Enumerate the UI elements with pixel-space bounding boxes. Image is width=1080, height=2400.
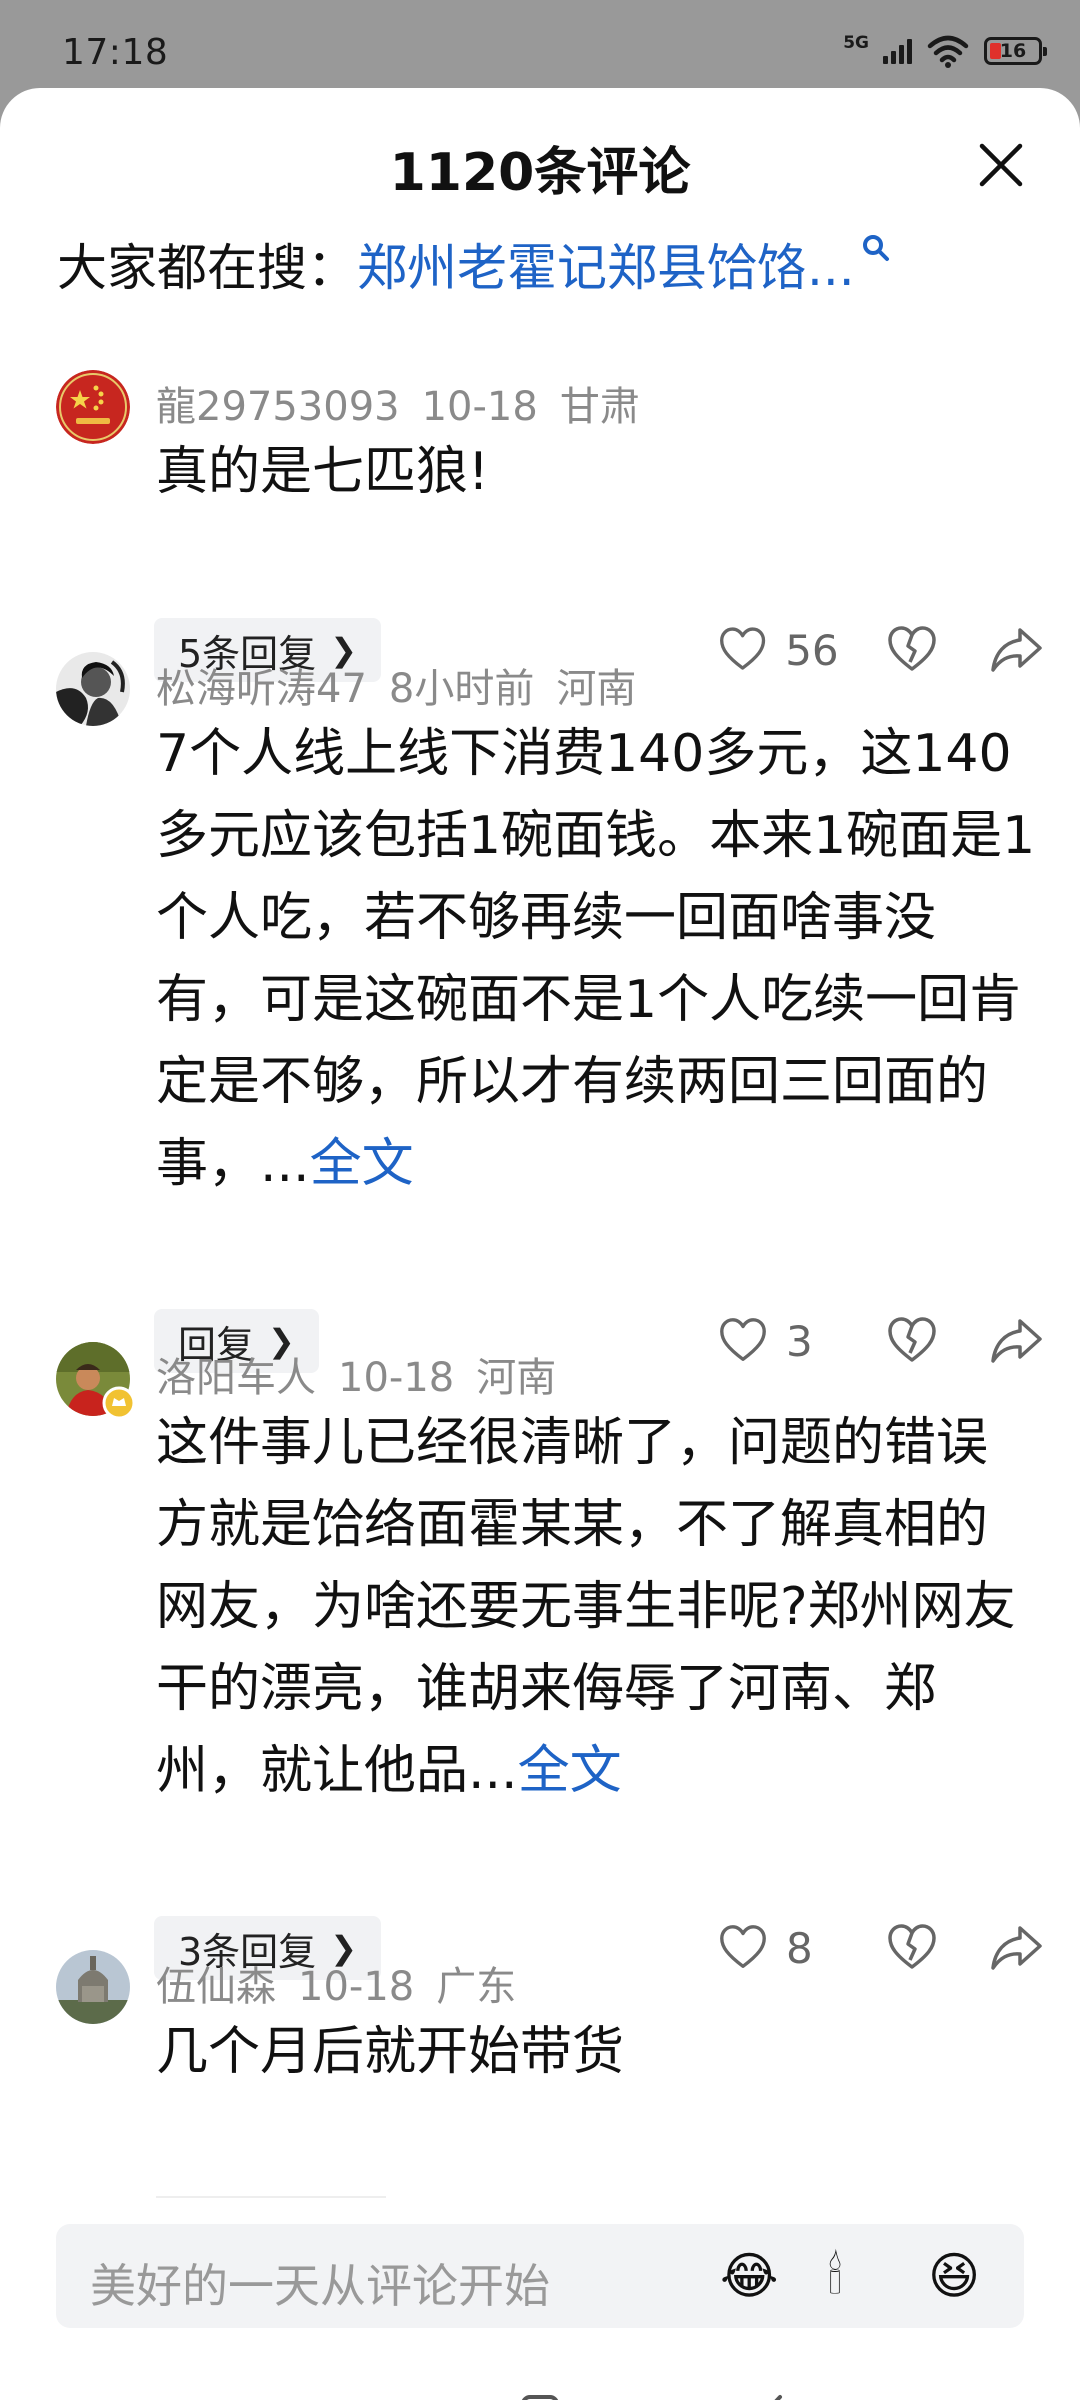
- home-icon[interactable]: [510, 2384, 570, 2400]
- share-icon[interactable]: [988, 1920, 1044, 1976]
- status-bar: 17:18 5G 16: [0, 0, 1080, 90]
- network-type: 5G: [843, 32, 869, 53]
- avatar[interactable]: [56, 652, 130, 726]
- avatar[interactable]: [56, 1950, 130, 2024]
- candle-emoji-icon[interactable]: 🕯: [828, 2248, 842, 2304]
- comment-text: 这件事儿已经很清晰了，问题的错误方就是饸络面霍某某，不了解真相的网友，为啥还要无…: [156, 1402, 1036, 1812]
- comment-location: 甘肃: [559, 384, 640, 430]
- comment-actions: 3: [716, 1313, 1044, 1369]
- comment-author[interactable]: 伍仙森: [156, 1964, 276, 2010]
- avatar[interactable]: [56, 1342, 136, 1420]
- battery-level: 16: [999, 40, 1027, 62]
- like-count: 8: [786, 1923, 813, 1973]
- comment-actions: 8: [716, 1920, 1044, 1976]
- broken-heart-icon[interactable]: [884, 622, 940, 678]
- search-icon[interactable]: [861, 233, 891, 263]
- comment-meta: 松海听涛47 8小时前 河南: [156, 656, 636, 714]
- comment-text-content: 几个月后就开始带货: [156, 2022, 625, 2082]
- share-icon[interactable]: [988, 1313, 1044, 1369]
- verified-badge-icon: [102, 1386, 136, 1420]
- comment-text-content: 真的是七匹狼!: [156, 442, 489, 502]
- comment-meta: 伍仙森 10-18 广东: [156, 1954, 516, 2012]
- broken-heart-icon[interactable]: [884, 1313, 940, 1369]
- comment-time: 10-18: [421, 384, 538, 430]
- comment-author[interactable]: 龍29753093: [156, 384, 400, 430]
- comment-meta: 洛阳车人 10-18 河南: [156, 1345, 556, 1403]
- grinning-squint-emoji-icon[interactable]: 😆: [928, 2248, 980, 2304]
- avatar[interactable]: [56, 370, 130, 444]
- comment-location: 广东: [436, 1964, 517, 2010]
- like-count: 3: [786, 1316, 813, 1366]
- heart-icon[interactable]: [716, 1920, 770, 1976]
- comment-location: 河南: [556, 666, 637, 712]
- comments-sheet: 1120条评论 大家都在搜： 郑州老霍记郑县饸饹... 龍29753093 10…: [0, 88, 1080, 2400]
- battery-icon: 16: [984, 37, 1047, 65]
- page-title: 1120条评论: [389, 143, 691, 203]
- comment-author[interactable]: 洛阳车人: [156, 1355, 316, 1401]
- back-icon[interactable]: [744, 2384, 804, 2400]
- expand-full-text-link[interactable]: 全文: [310, 1134, 414, 1194]
- comment-time: 8小时前: [388, 666, 535, 712]
- comment-text-content: 7个人线上线下消费140多元，这140多元应该包括1碗面钱。本来1碗面是1个人吃…: [156, 724, 1036, 1194]
- divider: [156, 2196, 386, 2198]
- trending-search-query[interactable]: 郑州老霍记郑县饸饹...: [357, 228, 855, 300]
- comment-text: 真的是七匹狼!: [156, 431, 1036, 513]
- system-nav-bar: [0, 2334, 1080, 2400]
- trending-search-label: 大家都在搜：: [57, 239, 357, 297]
- laughing-crying-emoji-icon[interactable]: 😂: [720, 2248, 778, 2304]
- comment-time: 10-18: [298, 1964, 415, 2010]
- heart-icon[interactable]: [716, 1313, 770, 1369]
- heart-icon[interactable]: [716, 622, 769, 678]
- menu-icon[interactable]: [278, 2384, 338, 2400]
- status-time: 17:18: [62, 32, 169, 73]
- like-button[interactable]: 3: [716, 1313, 836, 1369]
- comment-text: 7个人线上线下消费140多元，这140多元应该包括1碗面钱。本来1碗面是1个人吃…: [156, 713, 1036, 1205]
- share-icon[interactable]: [988, 622, 1044, 678]
- comment-meta: 龍29753093 10-18 甘肃: [156, 374, 640, 432]
- trending-search[interactable]: 大家都在搜： 郑州老霍记郑县饸饹...: [57, 228, 891, 300]
- status-icons: 5G 16: [843, 32, 1047, 68]
- comment-location: 河南: [476, 1355, 557, 1401]
- comment-input[interactable]: 美好的一天从评论开始 😂 🕯 😆: [56, 2224, 1024, 2328]
- close-icon[interactable]: [976, 140, 1026, 190]
- comment-input-placeholder: 美好的一天从评论开始: [90, 2259, 550, 2313]
- comment-text: 几个月后就开始带货: [156, 2011, 1036, 2093]
- comment-author[interactable]: 松海听涛47: [156, 666, 367, 712]
- signal-icon: [883, 38, 912, 64]
- comment-time: 10-18: [338, 1355, 455, 1401]
- like-button[interactable]: 8: [716, 1920, 836, 1976]
- expand-full-text-link[interactable]: 全文: [518, 1741, 622, 1801]
- comment-actions: 56: [716, 622, 1044, 678]
- like-button[interactable]: 56: [716, 622, 839, 678]
- broken-heart-icon[interactable]: [884, 1920, 940, 1976]
- like-count: 56: [785, 625, 839, 675]
- wifi-icon: [927, 35, 969, 68]
